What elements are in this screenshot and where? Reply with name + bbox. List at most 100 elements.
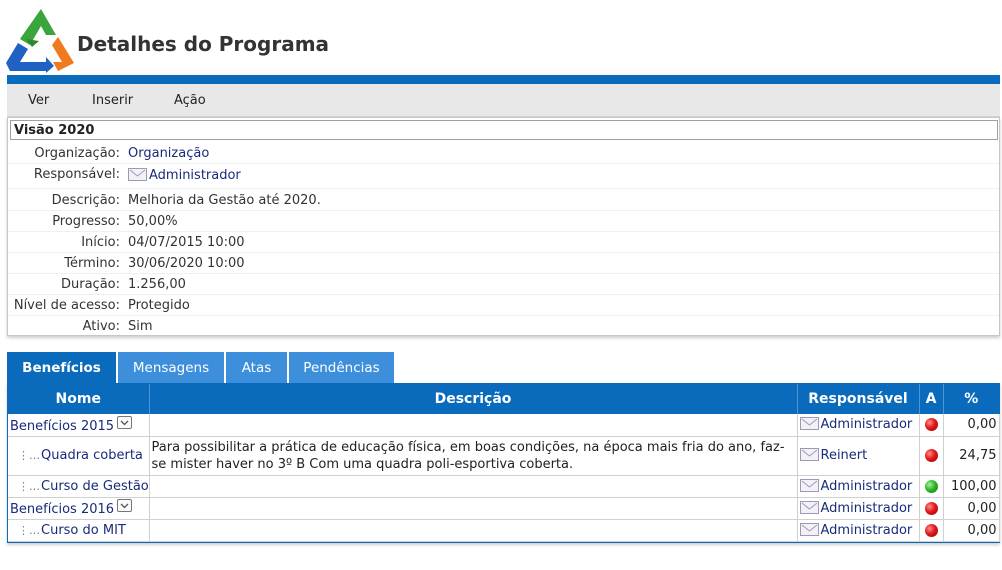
row-name-link[interactable]: Curso de Gestão xyxy=(41,479,149,494)
tab-atas[interactable]: Atas xyxy=(226,352,287,383)
status-green-icon xyxy=(924,479,938,493)
detail-value: Protegido xyxy=(128,298,190,313)
column-header-descricao[interactable]: Descrição xyxy=(149,384,798,414)
row-name-link[interactable]: Benefícios 2016 xyxy=(10,502,114,517)
table-header-row: Nome Descrição Responsável A % xyxy=(8,384,999,414)
row-responsible-link[interactable]: Reinert xyxy=(821,448,868,463)
row-name-link[interactable]: Curso do MIT xyxy=(41,523,126,538)
detail-value: Sim xyxy=(128,319,153,334)
detail-value-responsavel: Administrador xyxy=(128,168,241,183)
status-red-icon xyxy=(924,523,938,537)
row-description xyxy=(149,519,798,542)
status-red-icon xyxy=(924,418,938,432)
table-row: ⋮…Quadra coberta Para possibilitar a prá… xyxy=(8,436,1000,476)
tree-branch-icon: ⋮… xyxy=(18,479,40,493)
row-responsible-link[interactable]: Administrador xyxy=(821,501,913,516)
row-responsible-link[interactable]: Administrador xyxy=(821,479,913,494)
row-responsible-cell: Reinert xyxy=(797,436,920,476)
row-description xyxy=(149,475,798,498)
mail-icon[interactable] xyxy=(799,500,819,514)
row-percent: 0,00 xyxy=(943,497,1000,520)
page-header: Detalhes do Programa xyxy=(0,0,1002,75)
detail-label: Início: xyxy=(81,235,120,250)
tab-mensagens[interactable]: Mensagens xyxy=(118,352,224,383)
mail-icon[interactable] xyxy=(128,168,147,181)
row-status-cell xyxy=(919,436,944,476)
detail-row-inicio: Início: 04/07/2015 10:00 xyxy=(8,232,999,253)
mail-icon[interactable] xyxy=(799,448,819,461)
detail-label: Ativo: xyxy=(82,319,120,334)
program-details-panel: Visão 2020 Organização: Organização Resp… xyxy=(7,117,1000,336)
tab-bar: Benefícios Mensagens Atas Pendências xyxy=(7,352,1000,383)
row-status-cell xyxy=(919,519,944,542)
row-description xyxy=(149,414,798,437)
column-header-nome[interactable]: Nome xyxy=(8,384,150,414)
status-red-icon xyxy=(924,449,938,462)
detail-row-descricao: Descrição: Melhoria da Gestão até 2020. xyxy=(8,190,999,211)
column-header-a[interactable]: A xyxy=(919,384,944,414)
detail-value: 30/06/2020 10:00 xyxy=(128,256,245,271)
menu-item-acao[interactable]: Ação xyxy=(174,93,206,108)
row-name-cell: ⋮…Quadra coberta xyxy=(8,436,150,476)
detail-label: Organização: xyxy=(34,146,120,161)
row-status-cell xyxy=(919,414,944,437)
menu-item-inserir[interactable]: Inserir xyxy=(92,93,133,108)
detail-row-nivel-acesso: Nível de acesso: Protegido xyxy=(8,295,999,316)
detail-label: Progresso: xyxy=(52,214,120,229)
program-name: Visão 2020 xyxy=(10,120,998,140)
tab-pendencias[interactable]: Pendências xyxy=(289,352,394,383)
row-description-cell: Para possibilitar a prática de educação … xyxy=(149,436,798,476)
detail-label: Descrição: xyxy=(51,193,120,208)
row-status-cell xyxy=(919,497,944,520)
detail-value: Melhoria da Gestão até 2020. xyxy=(128,193,321,208)
status-red-icon xyxy=(924,501,938,515)
row-percent: 24,75 xyxy=(943,436,1000,476)
row-name-cell: ⋮…Curso de Gestão xyxy=(8,475,150,498)
row-name-cell: ⋮…Curso do MIT xyxy=(8,519,150,542)
row-name-cell: Benefícios 2016 xyxy=(8,497,150,520)
mail-icon[interactable] xyxy=(799,417,819,431)
mail-icon[interactable] xyxy=(799,522,819,536)
row-responsible-cell: Administrador xyxy=(797,475,920,498)
detail-label: Responsável: xyxy=(33,167,120,182)
detail-row-organizacao: Organização: Organização xyxy=(8,143,999,164)
menu-bar: Ver Inserir Ação xyxy=(7,84,1000,117)
row-percent: 0,00 xyxy=(943,414,1000,437)
detail-label: Nível de acesso: xyxy=(13,298,120,313)
header-divider xyxy=(7,75,1000,84)
row-percent: 0,00 xyxy=(943,519,1000,542)
menu-item-ver[interactable]: Ver xyxy=(28,93,49,108)
recycle-logo-icon xyxy=(6,7,76,73)
row-responsible-cell: Administrador xyxy=(797,519,920,542)
responsavel-link[interactable]: Administrador xyxy=(149,168,241,183)
detail-value: 04/07/2015 10:00 xyxy=(128,235,245,250)
row-name-link[interactable]: Benefícios 2015 xyxy=(10,419,114,434)
tab-beneficios[interactable]: Benefícios xyxy=(7,352,116,383)
tree-branch-icon: ⋮… xyxy=(18,449,40,462)
mail-icon[interactable] xyxy=(799,478,819,492)
row-name-link[interactable]: Quadra coberta xyxy=(41,448,143,463)
tree-branch-icon: ⋮… xyxy=(18,523,40,537)
row-description xyxy=(149,497,798,520)
row-responsible-link[interactable]: Administrador xyxy=(821,417,913,432)
row-responsible-link[interactable]: Administrador xyxy=(821,523,913,538)
dropdown-icon[interactable] xyxy=(117,499,133,512)
organizacao-link[interactable]: Organização xyxy=(128,146,209,161)
column-header-percent[interactable]: % xyxy=(943,384,999,414)
detail-row-progresso: Progresso: 50,00% xyxy=(8,211,999,232)
detail-label: Término: xyxy=(64,256,120,271)
table-row: ⋮…Curso do MIT Administrador 0,00 xyxy=(8,519,1000,542)
table-row: Benefícios 2015 Administrador 0,00 xyxy=(8,414,1000,437)
row-responsible-cell: Administrador xyxy=(797,497,920,520)
table-row: ⋮…Curso de Gestão Administrador 100,00 xyxy=(8,475,1000,498)
row-name-cell: Benefícios 2015 xyxy=(8,414,150,437)
detail-row-duracao: Duração: 1.256,00 xyxy=(8,274,999,295)
detail-row-responsavel: Responsável: Administrador xyxy=(8,164,999,189)
detail-row-termino: Término: 30/06/2020 10:00 xyxy=(8,253,999,274)
dropdown-icon[interactable] xyxy=(117,415,133,429)
page-title: Detalhes do Programa xyxy=(77,32,330,56)
row-responsible-cell: Administrador xyxy=(797,414,920,437)
detail-row-ativo: Ativo: Sim xyxy=(8,316,999,337)
detail-value: 1.256,00 xyxy=(128,277,186,292)
column-header-responsavel[interactable]: Responsável xyxy=(797,384,920,414)
